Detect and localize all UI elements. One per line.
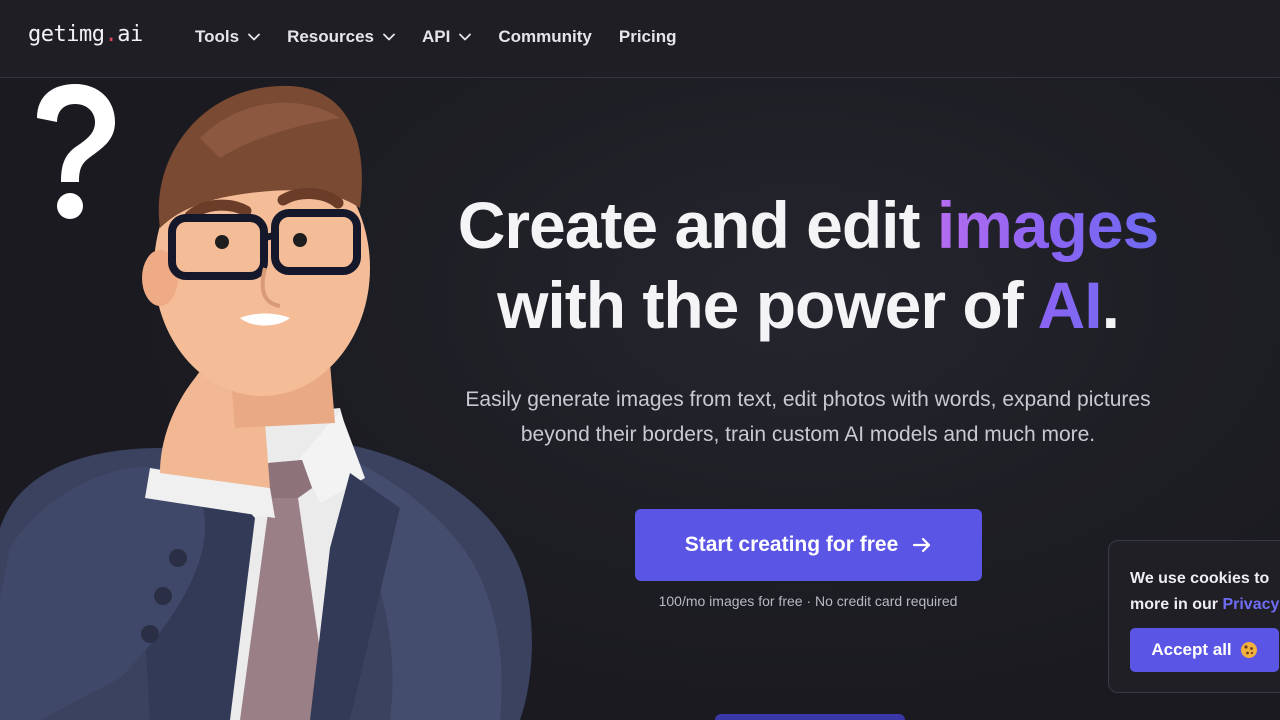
hero-title: Create and edit images with the power of… xyxy=(457,188,1160,342)
chevron-down-icon xyxy=(383,33,395,41)
hero-subtitle: Easily generate images from text, edit p… xyxy=(465,388,1151,446)
nav-item-community[interactable]: Community xyxy=(498,26,592,48)
bottom-edge-element xyxy=(715,714,905,720)
main-nav: Tools Resources API Community Pricing xyxy=(195,26,703,48)
cookie-banner: We use cookies to more in our Privacy Ac… xyxy=(1108,540,1280,693)
nav-item-resources[interactable]: Resources xyxy=(287,26,395,48)
chevron-down-icon xyxy=(459,33,472,41)
question-mark-icon xyxy=(37,84,115,219)
top-navbar: getimg.ai Tools Resources API Community … xyxy=(0,0,1280,78)
arrow-right-icon xyxy=(913,537,931,553)
privacy-link[interactable]: Privacy xyxy=(1222,596,1279,613)
chevron-down-icon xyxy=(248,33,260,41)
logo[interactable]: getimg.ai xyxy=(28,22,143,47)
cookie-icon xyxy=(1240,642,1257,658)
start-creating-button[interactable]: Start creating for free xyxy=(635,509,982,581)
nav-item-api[interactable]: API xyxy=(422,26,472,48)
accept-all-button[interactable]: Accept all xyxy=(1130,628,1279,672)
nav-item-tools[interactable]: Tools xyxy=(195,26,260,48)
cta-note: 100/mo images for free · No credit card … xyxy=(658,593,958,609)
title-highlight-ai: AI xyxy=(1037,268,1103,342)
nav-item-pricing[interactable]: Pricing xyxy=(619,26,677,48)
title-highlight-images: images xyxy=(936,188,1159,262)
cookie-message: We use cookies to more in our Privacy xyxy=(1130,570,1280,613)
